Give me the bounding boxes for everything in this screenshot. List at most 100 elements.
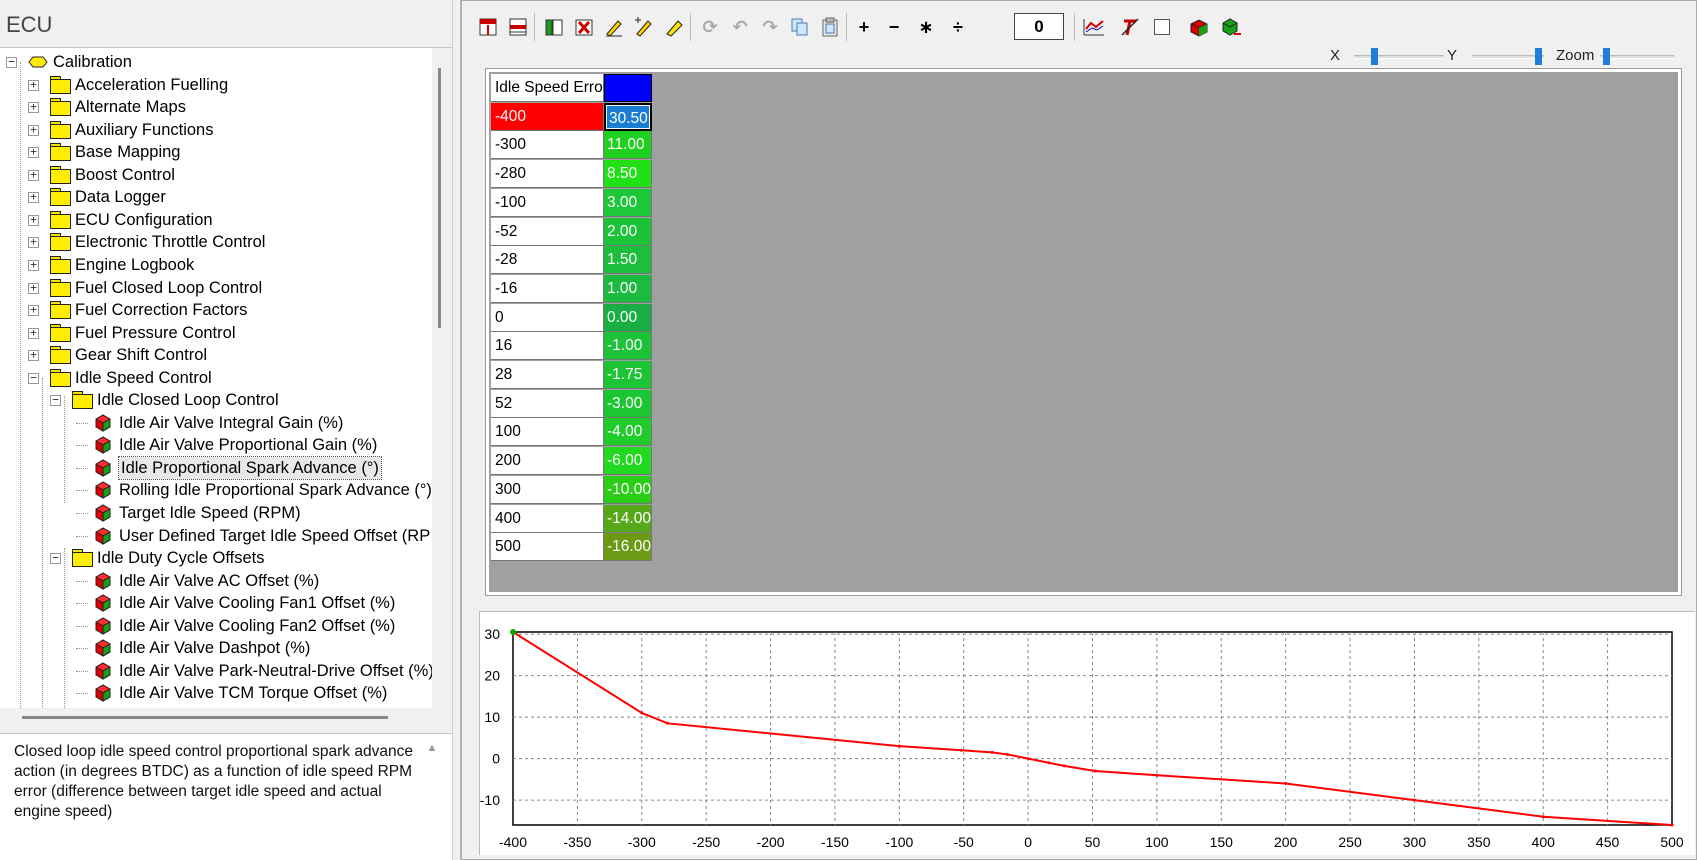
expand-icon[interactable]: + xyxy=(28,124,39,136)
table-value-cell[interactable]: -1.75 xyxy=(604,361,652,389)
table-value-cell[interactable]: 1.50 xyxy=(604,246,652,275)
tree-item[interactable]: Idle Proportional Spark Advance (°) xyxy=(0,455,432,480)
tree-vertical-scrollbar[interactable] xyxy=(438,68,441,328)
table-value-cell[interactable]: -16.00 xyxy=(604,533,652,562)
divide-icon[interactable]: ÷ xyxy=(946,15,970,39)
table-axis-cell[interactable]: -52 xyxy=(491,217,604,246)
tree-folder[interactable]: − Calibration xyxy=(0,51,432,73)
tree-folder[interactable]: + Auxiliary Functions xyxy=(0,119,432,141)
table-value-cell[interactable]: -4.00 xyxy=(604,418,652,447)
calibration-tree[interactable]: − Calibration + Acceleration Fuelling + Alter… xyxy=(0,48,432,708)
y-slider[interactable] xyxy=(1472,55,1544,59)
table-value-cell[interactable]: 3.00 xyxy=(604,188,652,217)
collapse-icon[interactable]: − xyxy=(28,372,39,384)
tree-folder[interactable]: − Idle Speed Control xyxy=(0,367,432,389)
expand-icon[interactable]: + xyxy=(28,327,39,339)
tree-item[interactable]: Idle Air Valve TCM Torque Offset (%) xyxy=(0,682,432,704)
expand-icon[interactable]: + xyxy=(28,236,39,249)
multiply-icon[interactable]: ∗ xyxy=(914,15,938,39)
collapse-icon[interactable]: − xyxy=(50,394,61,407)
expand-icon[interactable]: + xyxy=(28,304,39,317)
table-value-cell[interactable]: -3.00 xyxy=(604,389,652,418)
table-value-cell[interactable]: -10.00 xyxy=(604,475,652,504)
tree-item[interactable]: Idle Air Valve Cooling Fan2 Offset (%) xyxy=(0,615,432,637)
expand-icon[interactable]: + xyxy=(28,101,39,114)
table-axis-cell[interactable]: -16 xyxy=(491,274,604,303)
copy-icon[interactable] xyxy=(788,15,812,39)
redo-icon[interactable]: ↷ xyxy=(758,15,782,39)
tree-folder[interactable]: + Electronic Throttle Control xyxy=(0,231,432,253)
tree-folder[interactable]: − Idle Duty Cycle Offsets xyxy=(0,547,432,569)
table-axis-cell[interactable]: 200 xyxy=(491,447,604,476)
table-axis-cell[interactable]: -280 xyxy=(491,160,604,189)
add-column-icon[interactable] xyxy=(542,15,566,39)
table-axis-cell[interactable]: 100 xyxy=(491,418,604,447)
edit-range-icon[interactable] xyxy=(632,15,656,39)
table-axis-cell[interactable]: -300 xyxy=(491,131,604,160)
tree-folder[interactable]: + ECU Configuration xyxy=(0,209,432,231)
tree-folder[interactable]: − Idle Closed Loop Control xyxy=(0,389,432,411)
tree-folder[interactable]: + Gear Shift Control xyxy=(0,344,432,366)
table-axis-cell[interactable]: 300 xyxy=(491,475,604,504)
edit-cell-icon[interactable] xyxy=(602,15,626,39)
graph-view-icon[interactable] xyxy=(1082,15,1106,39)
tree-folder[interactable]: + Fuel Closed Loop Control xyxy=(0,277,432,299)
tree-item[interactable]: Idle Air Valve Proportional Gain (%) xyxy=(0,434,432,456)
table-value-cell[interactable]: -1.00 xyxy=(604,332,652,361)
paste-icon[interactable] xyxy=(818,15,842,39)
table-value-cell[interactable]: 11.00 xyxy=(604,131,652,160)
refresh-icon[interactable]: ⟳ xyxy=(698,15,722,39)
x-slider[interactable] xyxy=(1354,55,1444,59)
insert-column-icon[interactable] xyxy=(476,15,500,39)
tree-horizontal-scrollbar[interactable] xyxy=(22,716,388,719)
table-value-cell[interactable]: 30.50 xyxy=(604,102,652,131)
tree-folder[interactable]: + Alternate Maps xyxy=(0,96,432,118)
table-axis-cell[interactable]: 16 xyxy=(491,332,604,361)
table-axis-cell[interactable]: 28 xyxy=(491,361,604,389)
table-axis-cell[interactable]: 400 xyxy=(491,504,604,533)
tree-item[interactable]: Rolling Idle Proportional Spark Advance … xyxy=(0,479,432,501)
tree-item[interactable]: Idle Air Valve Cooling Fan1 Offset (%) xyxy=(0,592,432,614)
table-axis-cell[interactable]: -400 xyxy=(491,102,604,131)
tree-folder[interactable]: + Fuel Pressure Control xyxy=(0,322,432,344)
tree-item[interactable]: Idle Air Valve Park-Neutral-Drive Offset… xyxy=(0,660,432,682)
table-value-cell[interactable]: -6.00 xyxy=(604,447,652,476)
tree-item[interactable]: Idle Air Valve Integral Gain (%) xyxy=(0,412,432,434)
tree-item[interactable]: Target Idle Speed (RPM) xyxy=(0,502,432,524)
expand-icon[interactable]: + xyxy=(28,259,39,271)
table-value-cell[interactable]: 1.00 xyxy=(604,274,652,303)
toolbar-checkbox[interactable] xyxy=(1154,19,1170,35)
x-slider-thumb[interactable] xyxy=(1370,48,1378,65)
undo-icon[interactable]: ↶ xyxy=(728,15,752,39)
tree-item[interactable]: User Defined Target Idle Speed Offset (R… xyxy=(0,525,432,547)
table-axis-cell[interactable]: 0 xyxy=(491,303,604,332)
table-value-cell[interactable]: 8.50 xyxy=(604,160,652,189)
tree-folder[interactable]: + Fuel Correction Factors xyxy=(0,299,432,321)
insert-row-icon[interactable] xyxy=(506,15,530,39)
tree-folder[interactable]: + Engine Logbook xyxy=(0,254,432,276)
expand-icon[interactable]: + xyxy=(28,349,39,362)
y-slider-thumb[interactable] xyxy=(1535,48,1543,65)
expand-icon[interactable]: + xyxy=(28,169,39,181)
operation-value-input[interactable]: 0 xyxy=(1014,13,1064,40)
export-map-icon[interactable] xyxy=(1219,15,1243,39)
table-value-header[interactable] xyxy=(604,74,652,102)
table-axis-cell[interactable]: 52 xyxy=(491,389,604,418)
plus-icon[interactable]: + xyxy=(852,15,876,39)
tree-folder[interactable]: + Boost Control xyxy=(0,164,432,186)
table-axis-cell[interactable]: -100 xyxy=(491,188,604,217)
pencil-icon[interactable] xyxy=(662,15,686,39)
scroll-up-icon[interactable]: ▲ xyxy=(424,742,440,756)
collapse-icon[interactable]: − xyxy=(6,56,17,68)
table-value-cell[interactable]: 2.00 xyxy=(604,217,652,246)
minus-icon[interactable]: − xyxy=(882,15,906,39)
table-axis-cell[interactable]: 500 xyxy=(491,533,604,562)
tree-item[interactable]: Idle Air Valve AC Offset (%) xyxy=(0,570,432,592)
logging-icon[interactable] xyxy=(1118,15,1142,39)
zoom-slider[interactable] xyxy=(1600,55,1674,59)
expand-icon[interactable]: + xyxy=(28,79,39,91)
tree-folder[interactable]: + Base Mapping xyxy=(0,141,432,163)
zoom-slider-thumb[interactable] xyxy=(1603,48,1611,65)
expand-icon[interactable]: + xyxy=(28,146,39,159)
panel-splitter[interactable] xyxy=(452,0,461,860)
